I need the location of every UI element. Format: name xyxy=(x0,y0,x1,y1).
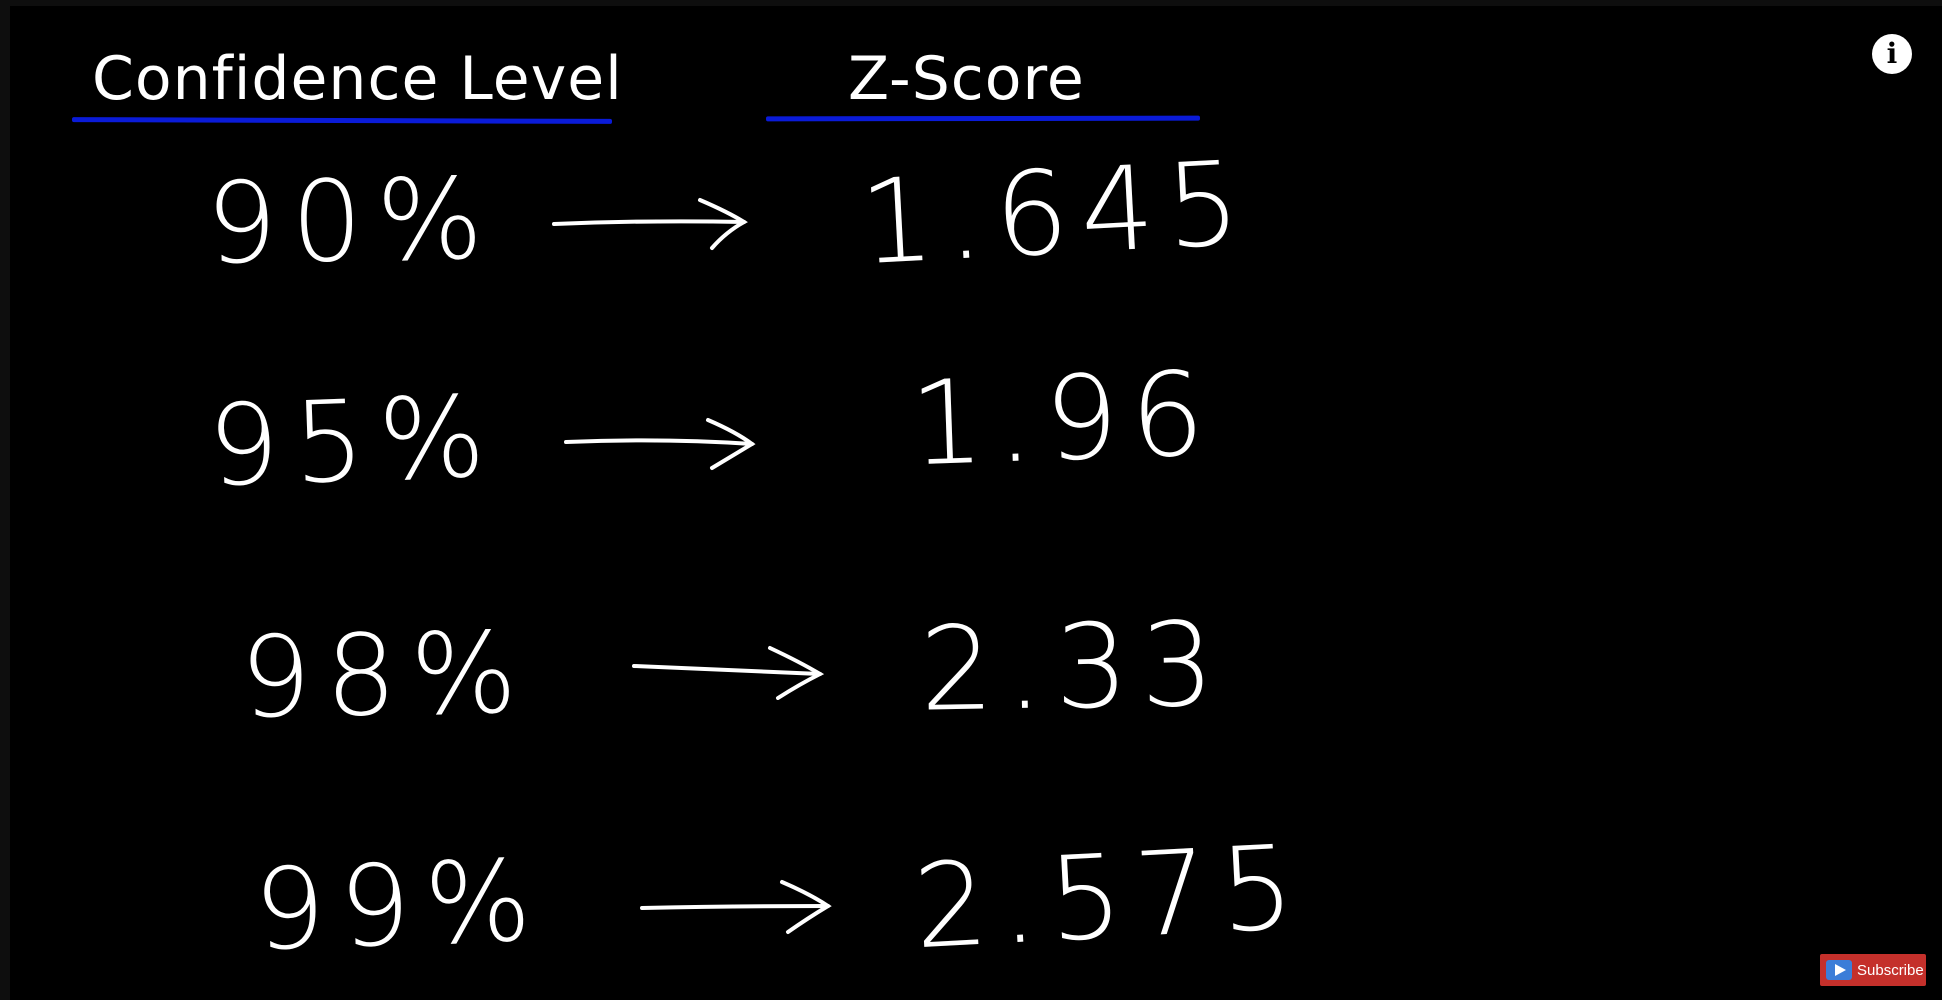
arrow-icon xyxy=(630,640,830,700)
zscore-value-2575: 2.575 xyxy=(910,819,1310,976)
info-icon[interactable]: i xyxy=(1872,34,1912,74)
zscore-value-1645: 1.645 xyxy=(856,135,1256,292)
confidence-level-header: Confidence Level xyxy=(92,44,623,114)
arrow-icon xyxy=(562,414,762,474)
play-icon xyxy=(1826,960,1852,980)
confidence-value-95: 95% xyxy=(205,371,502,513)
arrow-icon xyxy=(550,192,750,252)
z-score-underline xyxy=(765,115,1201,122)
subscribe-button[interactable]: Subscribe xyxy=(1820,954,1926,986)
confidence-value-98: 98% xyxy=(238,608,533,744)
zscore-value-233: 2.33 xyxy=(918,597,1228,738)
zscore-value-196: 1.96 xyxy=(907,346,1219,493)
arrow-icon xyxy=(638,878,838,938)
video-frame: Confidence Level Z-Score 90% 1.645 95% 1… xyxy=(10,6,1942,1000)
confidence-value-90: 90% xyxy=(204,154,499,290)
confidence-level-underline xyxy=(71,117,613,124)
z-score-header: Z-Score xyxy=(848,44,1085,114)
confidence-value-99: 99% xyxy=(251,835,548,977)
subscribe-label: Subscribe xyxy=(1857,961,1924,979)
